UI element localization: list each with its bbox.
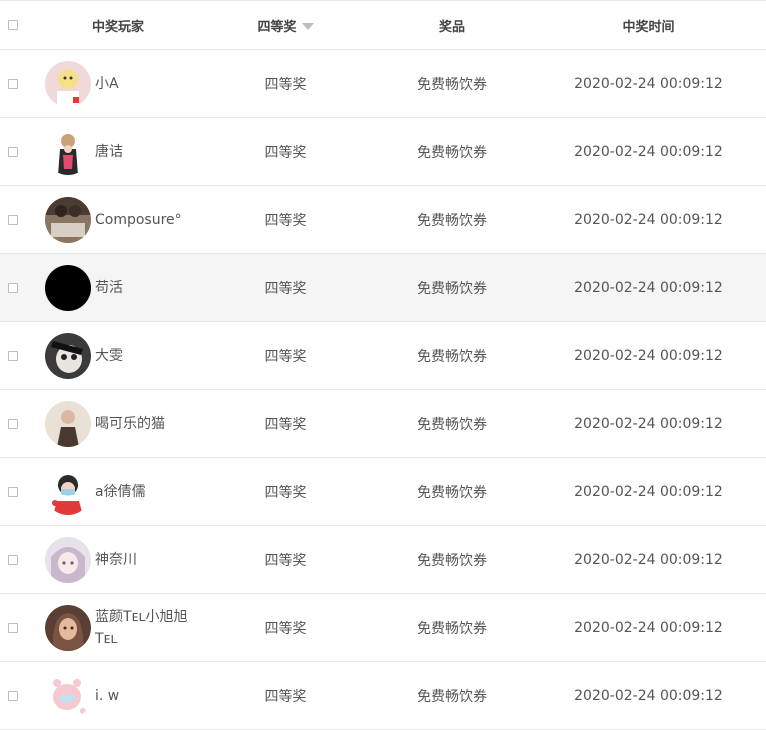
prize-level: 四等奖 bbox=[264, 620, 307, 637]
row-checkbox[interactable] bbox=[8, 690, 18, 701]
row-checkbox[interactable] bbox=[8, 146, 18, 157]
player-name: 大雯 bbox=[95, 347, 123, 364]
player-name: 神奈川 bbox=[95, 551, 137, 568]
table-row[interactable]: 蓝颜Tᴇʟ小旭旭Tᴇʟ 四等奖 免费畅饮券 2020-02-24 00:09:1… bbox=[0, 594, 766, 662]
player-cell: 神奈川 bbox=[38, 536, 198, 583]
win-time: 2020-02-24 00:09:12 bbox=[574, 347, 723, 364]
prize: 免费畅饮券 bbox=[417, 348, 487, 365]
row-checkbox[interactable] bbox=[8, 554, 18, 565]
win-time: 2020-02-24 00:09:12 bbox=[574, 415, 723, 432]
prize-level: 四等奖 bbox=[264, 688, 307, 705]
prize: 免费畅饮券 bbox=[417, 552, 487, 569]
prize: 免费畅饮券 bbox=[417, 212, 487, 229]
row-checkbox[interactable] bbox=[8, 418, 18, 429]
player-name: 唐诘 bbox=[95, 143, 123, 160]
row-checkbox[interactable] bbox=[8, 78, 18, 89]
avatar bbox=[45, 536, 91, 583]
prize: 免费畅饮券 bbox=[417, 416, 487, 433]
win-time: 2020-02-24 00:09:12 bbox=[574, 75, 723, 92]
table-row[interactable]: 苟活 四等奖 免费畅饮券 2020-02-24 00:09:12 bbox=[0, 254, 766, 322]
header-time: 中奖时间 bbox=[622, 19, 675, 35]
table-row[interactable]: 大雯 四等奖 免费畅饮券 2020-02-24 00:09:12 bbox=[0, 322, 766, 390]
prize: 免费畅饮券 bbox=[417, 484, 487, 501]
prize: 免费畅饮券 bbox=[417, 688, 487, 705]
player-name: i. w bbox=[95, 687, 120, 704]
player-cell: i. w bbox=[38, 672, 198, 719]
player-cell: a徐倩儒 bbox=[38, 468, 198, 515]
player-name: 小A bbox=[95, 75, 119, 92]
prize-level: 四等奖 bbox=[264, 280, 307, 297]
table-row[interactable]: Composure° 四等奖 免费畅饮券 2020-02-24 00:09:12 bbox=[0, 186, 766, 254]
winners-table: 中奖玩家 四等奖 奖品 中奖时间 小A 四等奖 免费畅饮券 2020-02-24… bbox=[0, 0, 766, 730]
table-row[interactable]: i. w 四等奖 免费畅饮券 2020-02-24 00:09:12 bbox=[0, 662, 766, 730]
win-time: 2020-02-24 00:09:12 bbox=[574, 687, 723, 704]
table-row[interactable]: 小A 四等奖 免费畅饮券 2020-02-24 00:09:12 bbox=[0, 50, 766, 118]
win-time: 2020-02-24 00:09:12 bbox=[574, 143, 723, 160]
prize: 免费畅饮券 bbox=[417, 620, 487, 637]
prize-level: 四等奖 bbox=[264, 212, 307, 229]
prize-level: 四等奖 bbox=[264, 144, 307, 161]
row-checkbox[interactable] bbox=[8, 350, 18, 361]
avatar bbox=[45, 128, 91, 175]
player-cell: 蓝颜Tᴇʟ小旭旭Tᴇʟ bbox=[38, 604, 198, 651]
avatar bbox=[45, 60, 91, 107]
sort-down-icon[interactable] bbox=[301, 22, 314, 30]
header-player-label: 中奖玩家 bbox=[91, 19, 144, 35]
win-time: 2020-02-24 00:09:12 bbox=[574, 211, 723, 228]
player-name: 蓝颜Tᴇʟ小旭旭Tᴇʟ bbox=[95, 608, 188, 647]
player-cell: 唐诘 bbox=[38, 128, 198, 175]
header-player: 中奖玩家 bbox=[38, 16, 198, 35]
select-all-checkbox[interactable] bbox=[8, 20, 18, 30]
player-name: a徐倩儒 bbox=[95, 483, 146, 500]
avatar bbox=[45, 604, 91, 651]
player-cell: Composure° bbox=[38, 196, 198, 243]
player-cell: 大雯 bbox=[38, 332, 198, 379]
prize-level: 四等奖 bbox=[264, 348, 307, 365]
player-cell: 小A bbox=[38, 60, 198, 107]
table-row[interactable]: 喝可乐的猫 四等奖 免费畅饮券 2020-02-24 00:09:12 bbox=[0, 390, 766, 458]
prize-level: 四等奖 bbox=[264, 416, 307, 433]
win-time: 2020-02-24 00:09:12 bbox=[574, 619, 723, 636]
avatar bbox=[45, 672, 91, 719]
prize: 免费畅饮券 bbox=[417, 76, 487, 93]
avatar bbox=[45, 468, 91, 515]
row-checkbox[interactable] bbox=[8, 282, 18, 293]
header-prize-level[interactable]: 四等奖 bbox=[198, 16, 373, 35]
table-header: 中奖玩家 四等奖 奖品 中奖时间 bbox=[0, 1, 766, 50]
prize-level: 四等奖 bbox=[264, 484, 307, 501]
table-row[interactable]: a徐倩儒 四等奖 免费畅饮券 2020-02-24 00:09:12 bbox=[0, 458, 766, 526]
prize: 免费畅饮券 bbox=[417, 144, 487, 161]
row-checkbox[interactable] bbox=[8, 214, 18, 225]
table-row[interactable]: 唐诘 四等奖 免费畅饮券 2020-02-24 00:09:12 bbox=[0, 118, 766, 186]
table-row[interactable]: 神奈川 四等奖 免费畅饮券 2020-02-24 00:09:12 bbox=[0, 526, 766, 594]
row-checkbox[interactable] bbox=[8, 622, 18, 633]
header-prize: 奖品 bbox=[438, 19, 465, 35]
prize-level: 四等奖 bbox=[264, 552, 307, 569]
win-time: 2020-02-24 00:09:12 bbox=[574, 279, 723, 296]
header-prize-level-label: 四等奖 bbox=[257, 19, 297, 35]
player-cell: 喝可乐的猫 bbox=[38, 400, 198, 447]
win-time: 2020-02-24 00:09:12 bbox=[574, 551, 723, 568]
player-name: 喝可乐的猫 bbox=[95, 415, 165, 432]
avatar bbox=[45, 400, 91, 447]
prize-level: 四等奖 bbox=[264, 76, 307, 93]
avatar bbox=[45, 196, 91, 243]
avatar bbox=[45, 264, 91, 311]
win-time: 2020-02-24 00:09:12 bbox=[574, 483, 723, 500]
prize: 免费畅饮券 bbox=[417, 280, 487, 297]
player-name: 苟活 bbox=[95, 279, 123, 296]
row-checkbox[interactable] bbox=[8, 486, 18, 497]
avatar bbox=[45, 332, 91, 379]
select-all-cell bbox=[0, 20, 38, 30]
player-name: Composure° bbox=[95, 211, 182, 228]
player-cell: 苟活 bbox=[38, 264, 198, 311]
